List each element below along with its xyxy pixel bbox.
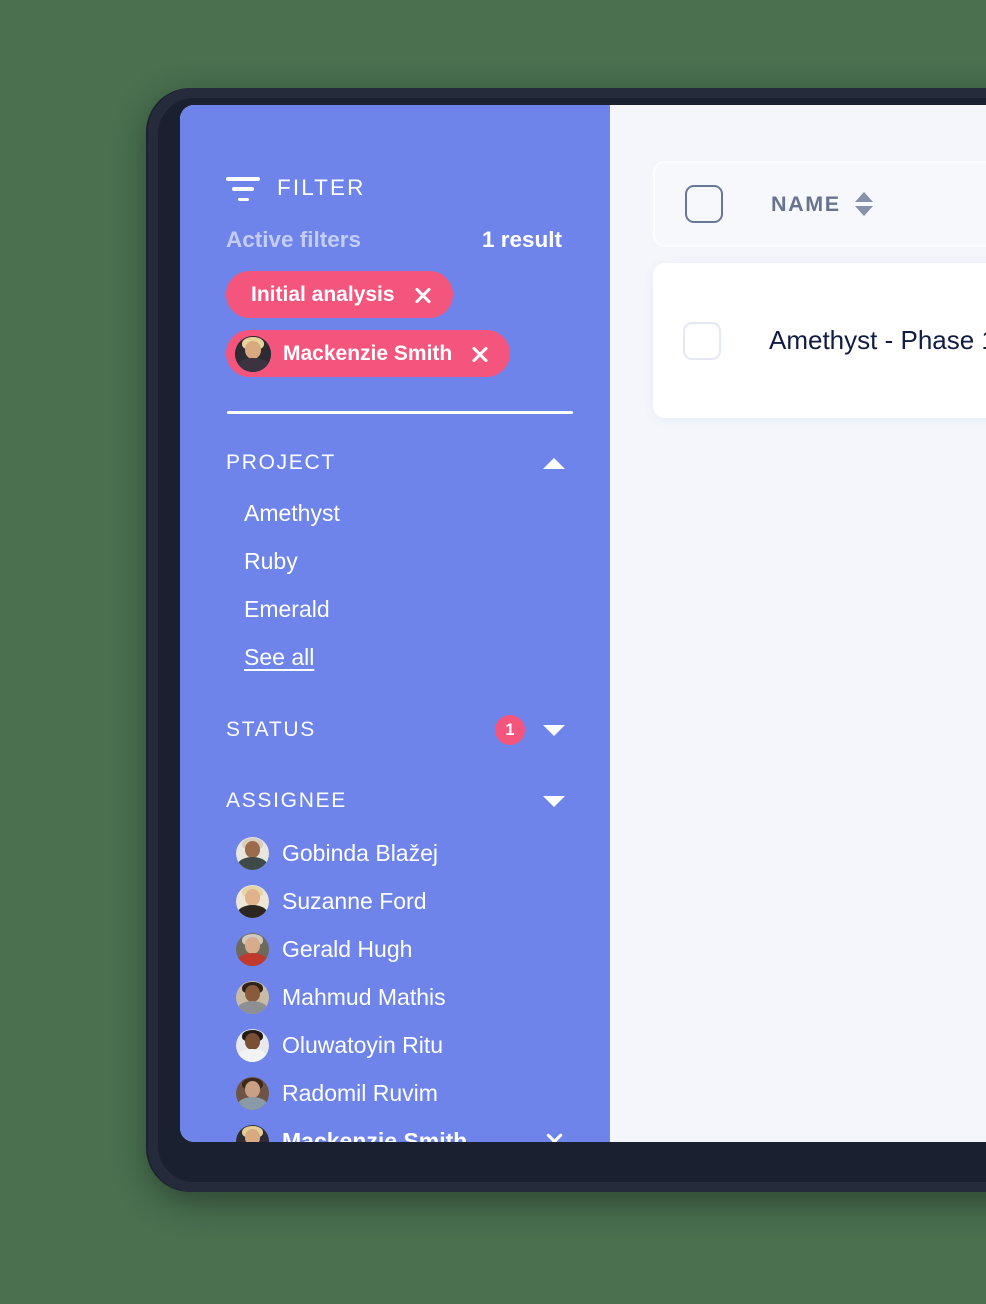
column-header-name[interactable]: NAME bbox=[771, 192, 873, 217]
filter-chip-mackenzie-smith[interactable]: Mackenzie Smith bbox=[226, 330, 511, 377]
project-option-amethyst[interactable]: Amethyst bbox=[180, 489, 610, 537]
table-row[interactable]: Amethyst - Phase 1 bbox=[653, 263, 986, 418]
chip-label: Initial analysis bbox=[251, 282, 395, 306]
avatar bbox=[235, 335, 271, 372]
assignee-option-gobinda-blazej[interactable]: Gobinda Blažej bbox=[180, 829, 610, 877]
filter-header: FILTER bbox=[180, 105, 610, 201]
assignee-options: Gobinda Blažej Suzanne Ford Gerald Hugh … bbox=[180, 823, 610, 1142]
avatar bbox=[236, 1028, 269, 1062]
section-title: ASSIGNEE bbox=[226, 789, 347, 812]
section-controls: 1 bbox=[495, 715, 565, 745]
section-controls bbox=[543, 795, 565, 807]
project-option-ruby[interactable]: Ruby bbox=[180, 537, 610, 585]
option-label: Amethyst bbox=[244, 499, 340, 526]
close-icon[interactable] bbox=[544, 1131, 565, 1143]
close-icon[interactable] bbox=[470, 344, 490, 364]
assignee-name: Radomil Ruvim bbox=[282, 1079, 438, 1106]
result-count: 1 result bbox=[481, 227, 562, 252]
project-see-all-link[interactable]: See all bbox=[180, 633, 610, 681]
project-options: Amethyst Ruby Emerald See all bbox=[180, 485, 610, 681]
active-filters-label: Active filters bbox=[226, 227, 362, 252]
app-screen: FILTER Active filters 1 result Initial a… bbox=[180, 105, 986, 1142]
chip-label: Mackenzie Smith bbox=[283, 341, 453, 365]
chevron-up-icon[interactable] bbox=[543, 457, 565, 469]
assignee-option-radomil-ruvim[interactable]: Radomil Ruvim bbox=[180, 1069, 610, 1117]
assignee-name: Gobinda Blažej bbox=[282, 839, 438, 866]
results-panel: NAME Amethyst - Phase 1 bbox=[610, 105, 986, 1142]
section-header-status[interactable]: STATUS 1 bbox=[180, 708, 610, 752]
section-header-project[interactable]: PROJECT bbox=[180, 441, 610, 485]
avatar bbox=[236, 1076, 269, 1110]
option-label: Emerald bbox=[244, 595, 330, 622]
option-label: Ruby bbox=[244, 547, 298, 574]
assignee-option-suzanne-ford[interactable]: Suzanne Ford bbox=[180, 877, 610, 925]
avatar bbox=[236, 1124, 269, 1142]
assignee-option-oluwatoyin-ritu[interactable]: Oluwatoyin Ritu bbox=[180, 1021, 610, 1069]
avatar bbox=[236, 932, 269, 966]
filter-chip-initial-analysis[interactable]: Initial analysis bbox=[226, 271, 453, 318]
avatar bbox=[236, 884, 269, 918]
row-name: Amethyst - Phase 1 bbox=[769, 325, 986, 355]
section-header-assignee[interactable]: ASSIGNEE bbox=[180, 779, 610, 823]
assignee-name: Mahmud Mathis bbox=[282, 983, 446, 1010]
active-filters-row: Active filters 1 result bbox=[180, 201, 610, 253]
filter-title: FILTER bbox=[277, 175, 366, 200]
avatar bbox=[236, 980, 269, 1014]
assignee-name: Gerald Hugh bbox=[282, 935, 413, 962]
table-header: NAME bbox=[653, 161, 986, 247]
chevron-down-icon[interactable] bbox=[543, 724, 565, 736]
status-badge: 1 bbox=[495, 715, 525, 745]
filter-sidebar: FILTER Active filters 1 result Initial a… bbox=[180, 105, 610, 1142]
chevron-down-icon[interactable] bbox=[543, 795, 565, 807]
filter-icon bbox=[226, 175, 260, 201]
select-all-checkbox[interactable] bbox=[685, 185, 723, 223]
assignee-option-mahmud-mathis[interactable]: Mahmud Mathis bbox=[180, 973, 610, 1021]
sort-arrows-icon[interactable] bbox=[854, 192, 873, 216]
section-title: STATUS bbox=[226, 718, 316, 741]
column-header-label: NAME bbox=[771, 191, 841, 216]
assignee-name: Mackenzie Smith bbox=[282, 1127, 468, 1143]
close-icon[interactable] bbox=[413, 285, 433, 305]
section-title: PROJECT bbox=[226, 451, 336, 474]
assignee-option-gerald-hugh[interactable]: Gerald Hugh bbox=[180, 925, 610, 973]
screenshot-stage: FILTER Active filters 1 result Initial a… bbox=[0, 0, 986, 1304]
row-checkbox[interactable] bbox=[683, 321, 721, 360]
avatar bbox=[236, 836, 269, 870]
project-option-emerald[interactable]: Emerald bbox=[180, 585, 610, 633]
assignee-name: Suzanne Ford bbox=[282, 887, 427, 914]
active-filter-chips: Initial analysis Mackenzie Smith bbox=[180, 253, 610, 389]
see-all-label: See all bbox=[244, 643, 315, 670]
assignee-option-mackenzie-smith[interactable]: Mackenzie Smith bbox=[180, 1117, 610, 1142]
section-controls bbox=[543, 457, 565, 469]
sidebar-divider bbox=[227, 411, 573, 414]
assignee-name: Oluwatoyin Ritu bbox=[282, 1031, 444, 1058]
